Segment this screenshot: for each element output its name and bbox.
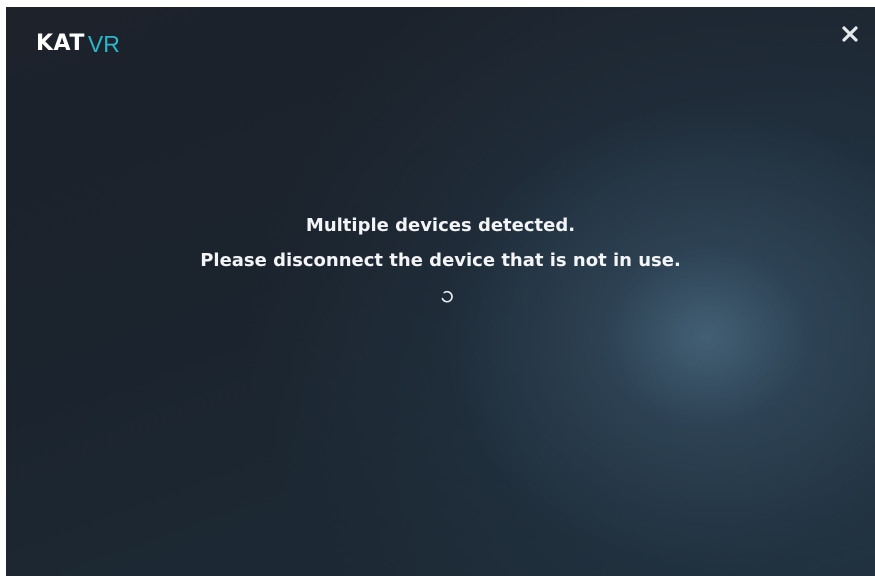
message-line-2: Please disconnect the device that is not… [200, 250, 681, 271]
loading-spinner-icon [441, 290, 453, 303]
app-window: KAT VR Multiple devices detected. Please… [6, 7, 875, 576]
logo-vr-text: VR [87, 31, 120, 57]
close-icon [842, 26, 858, 42]
kat-vr-logo: KAT VR [36, 31, 120, 57]
message-line-1: Multiple devices detected. [305, 215, 576, 236]
logo-kat-text: KAT [36, 31, 85, 56]
close-button[interactable] [839, 23, 861, 45]
